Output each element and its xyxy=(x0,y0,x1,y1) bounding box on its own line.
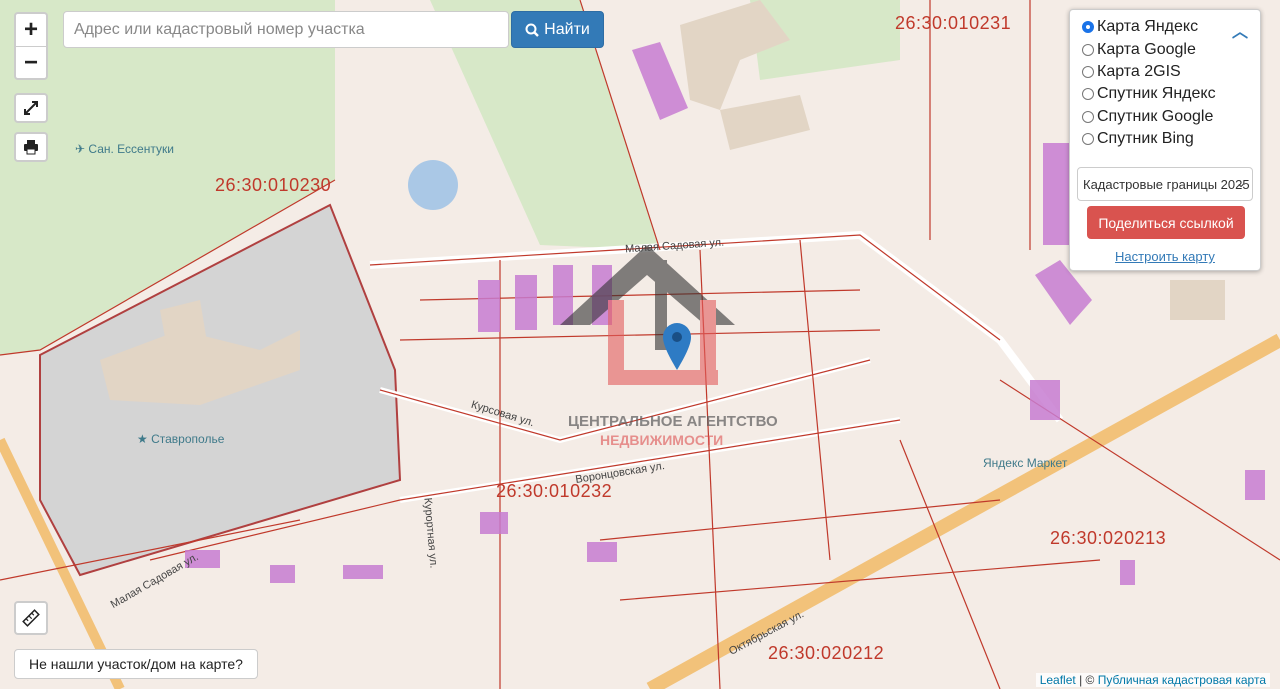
cadastral-label: 26:30:010230 xyxy=(215,175,332,195)
zoom-in-button[interactable]: + xyxy=(16,14,46,47)
cadastral-label: 26:30:010232 xyxy=(496,481,613,501)
chevron-up-icon[interactable]: ︿ xyxy=(1232,18,1248,42)
poi-icon: ★ xyxy=(137,432,148,446)
search-button[interactable]: Найти xyxy=(511,11,604,48)
not-found-button[interactable]: Не нашли участок/дом на карте? xyxy=(14,649,258,679)
radio[interactable] xyxy=(1082,65,1094,78)
poi-stavropolye[interactable]: ★ Ставрополье xyxy=(137,432,224,446)
zoom-out-button[interactable]: − xyxy=(16,47,46,79)
leaflet-link[interactable]: Leaflet xyxy=(1040,673,1076,687)
ruler-icon xyxy=(22,609,40,627)
watermark-line2: НЕДВИЖИМОСТИ xyxy=(600,432,724,448)
layer-option-2gis-map[interactable]: Карта 2GIS xyxy=(1070,61,1260,83)
print-button[interactable] xyxy=(14,132,48,162)
poi-yandex-market[interactable]: Яндекс Маркет xyxy=(983,456,1067,470)
poi-icon: ✈ xyxy=(75,142,86,156)
map-attribution: Leaflet | © Публичная кадастровая карта xyxy=(1035,673,1270,687)
search-input[interactable] xyxy=(63,11,509,48)
measure-button[interactable] xyxy=(14,601,48,635)
configure-map-link[interactable]: Настроить карту xyxy=(1070,249,1260,264)
cadastral-label: 26:30:020213 xyxy=(1050,528,1167,548)
expand-icon xyxy=(24,101,38,115)
radio[interactable] xyxy=(1082,110,1094,123)
poi-san-essentuki[interactable]: ✈ Сан. Ессентуки xyxy=(75,142,174,156)
radio[interactable] xyxy=(1082,88,1094,101)
watermark-line1: ЦЕНТРАЛЬНОЕ АГЕНТСТВО xyxy=(568,413,778,430)
printer-icon xyxy=(24,140,38,155)
search-icon xyxy=(525,23,540,37)
overlay-select[interactable]: Кадастровые границы 2025 ⌄ xyxy=(1077,167,1253,201)
source-link[interactable]: Публичная кадастровая карта xyxy=(1098,673,1266,687)
chevron-down-icon: ⌄ xyxy=(1235,176,1246,190)
layers-panel: Карта Яндекс Карта Google Карта 2GIS Спу… xyxy=(1069,9,1261,271)
radio[interactable] xyxy=(1082,133,1094,146)
layer-option-google-satellite[interactable]: Спутник Google xyxy=(1070,106,1260,128)
cadastral-label: 26:30:020212 xyxy=(768,643,885,663)
layer-option-yandex-satellite[interactable]: Спутник Яндекс xyxy=(1070,83,1260,105)
zoom-control: + − xyxy=(14,12,48,80)
cadastral-label: 26:30:010231 xyxy=(895,13,1012,33)
radio-selected[interactable] xyxy=(1082,21,1094,34)
radio[interactable] xyxy=(1082,43,1094,56)
fullscreen-button[interactable] xyxy=(14,93,48,123)
layer-option-bing-satellite[interactable]: Спутник Bing xyxy=(1070,128,1260,150)
share-link-button[interactable]: Поделиться ссылкой xyxy=(1087,206,1245,239)
